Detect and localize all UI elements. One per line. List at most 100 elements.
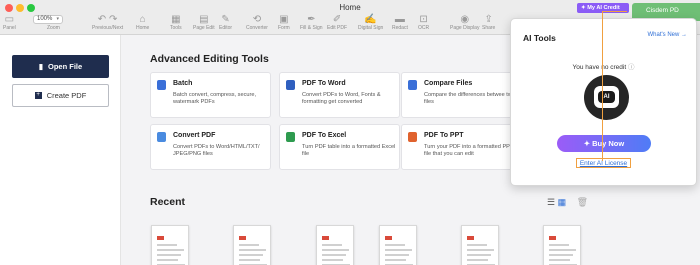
trash-icon[interactable]: 🗑	[577, 197, 588, 207]
toolbar-label: Editor	[219, 25, 233, 31]
card-description: Turn PDF table into a formatted Excel fi…	[302, 144, 396, 157]
card-description: Batch convert, compress, secure, waterma…	[173, 92, 257, 105]
thumb-line	[385, 259, 406, 261]
panel-icon: ▭	[4, 14, 15, 25]
thumb-header	[549, 236, 556, 240]
toolbar-page-edit-button[interactable]: ▤ Page Edit	[193, 14, 215, 34]
toolbar-label: Page Display	[450, 25, 480, 31]
excel-icon	[286, 132, 295, 142]
thumb-line	[322, 254, 346, 256]
recent-file-thumbnail[interactable]	[461, 225, 499, 265]
open-file-button[interactable]: ▮ Open File	[12, 55, 109, 78]
recent-file-thumbnail[interactable]	[316, 225, 354, 265]
recent-file-thumbnail[interactable]	[151, 225, 189, 265]
thumb-line	[322, 259, 343, 261]
app-window: Home 100% ▾ ▭ Panel Zoom ↶ ↷ Previous/Next ⌂ Ho…	[0, 0, 700, 265]
compare-icon	[408, 80, 417, 90]
card-description: Convert PDFs to Word/HTML/TXT/ JPEG/PNG …	[173, 144, 260, 157]
toolbar-share-button[interactable]: ⇪ Share	[482, 14, 495, 34]
list-view-icon[interactable]: ☰	[547, 197, 555, 207]
recent-file-thumbnail[interactable]	[379, 225, 417, 265]
thumb-line	[467, 244, 487, 246]
toolbar-page-display-button[interactable]: ◉ Page Display	[450, 14, 479, 34]
toolbar-zoom-button[interactable]: Zoom	[47, 14, 60, 34]
toolbar-home-button[interactable]: ⌂ Home	[136, 14, 149, 34]
fill-sign-icon: ✒	[307, 14, 316, 25]
thumb-header	[385, 236, 392, 240]
converter-icon: ⟲	[252, 14, 262, 25]
toolbar-label: Edit PDF	[327, 25, 348, 31]
toolbar-redact-button[interactable]: ▬ Redact	[392, 14, 408, 34]
toolbar-label: Redact	[392, 25, 408, 31]
ai-tools-title: AI Tools	[523, 33, 556, 43]
enter-ai-license-link[interactable]: Enter AI License	[576, 158, 631, 168]
toolbar-digital-sign-button[interactable]: ✍ Digital Sign	[358, 14, 383, 34]
toolbar-edit-pdf-button[interactable]: ✐ Edit PDF	[327, 14, 347, 34]
card-description: Compare the differences betwee two files	[424, 92, 516, 105]
buy-now-button[interactable]: ✦ Buy Now	[557, 135, 651, 152]
convert-icon	[157, 132, 166, 142]
buy-now-label: Buy Now	[592, 139, 625, 148]
toolbar-converter-button[interactable]: ⟲ Converter	[246, 14, 268, 34]
toolbar-ocr-button[interactable]: ⊡ OCR	[418, 14, 429, 34]
thumb-line	[239, 244, 259, 246]
tool-card-pdf-to-excel[interactable]: PDF To Excel Turn PDF table into a format…	[279, 124, 400, 170]
digital-sign-icon: ✍	[364, 14, 377, 25]
toolbar-label: Tools	[170, 25, 182, 31]
callout-line-top	[602, 11, 627, 12]
create-pdf-button[interactable]: + Create PDF	[12, 84, 109, 107]
toolbar-editor-button[interactable]: ✎ Editor	[219, 14, 232, 34]
toolbar-label: Panel	[3, 25, 16, 31]
toolbar-form-button[interactable]: ▣ Form	[278, 14, 290, 34]
thumb-line	[322, 249, 349, 251]
grid-view-icon[interactable]: ▦	[558, 197, 567, 207]
ai-avatar: AI	[584, 75, 629, 120]
toolbar-label: OCR	[418, 25, 430, 31]
toolbar-label: Digital Sign	[358, 25, 384, 31]
share-icon: ⇪	[484, 14, 493, 25]
whats-new-link[interactable]: What's New →	[648, 32, 688, 38]
toolbar-previous-next-button[interactable]: ↶ ↷ Previous/Next	[92, 14, 123, 34]
thumb-line	[157, 254, 181, 256]
home-icon: ⌂	[139, 14, 146, 25]
toolbar-label: Share	[482, 25, 496, 31]
sidebar: ▮ Open File + Create PDF	[0, 35, 121, 265]
word-icon	[286, 80, 295, 90]
tab-label: Cisdem PD	[646, 7, 679, 14]
ai-tools-panel: AI Tools What's New → You have no credit…	[510, 18, 697, 186]
toolbar-label: Converter	[246, 25, 268, 31]
recent-file-thumbnail[interactable]	[543, 225, 581, 265]
thumb-line	[239, 254, 263, 256]
tool-card-convert-pdf[interactable]: Convert PDF Convert PDFs to Word/HTML/TXT…	[150, 124, 271, 170]
thumb-header	[239, 236, 246, 240]
view-toggle: ☰ ▦ 🗑	[547, 197, 588, 208]
tool-card-compare-files[interactable]: Compare Files Compare the differences bet…	[401, 72, 522, 118]
ppt-icon	[408, 132, 417, 142]
card-title: Batch	[173, 80, 193, 87]
page-display-icon: ◉	[460, 14, 470, 25]
editor-icon: ✎	[221, 14, 230, 25]
card-title: Convert PDF	[173, 132, 216, 139]
advanced-tools-heading: Advanced Editing Tools	[150, 53, 269, 65]
edit-pdf-icon: ✐	[332, 14, 342, 25]
file-icon: ▮	[38, 62, 43, 71]
info-icon[interactable]: ⓘ	[628, 64, 635, 71]
thumb-line	[549, 254, 573, 256]
toolbar-label: Previous/Next	[92, 25, 124, 31]
tool-card-batch[interactable]: Batch Batch convert, compress, secure, wa…	[150, 72, 271, 118]
thumb-line	[467, 249, 494, 251]
tool-card-pdf-to-word[interactable]: PDF To Word Convert PDFs to Word, Fonts &…	[279, 72, 400, 118]
toolbar-fill-sign-button[interactable]: ✒ Fill & Sign	[300, 14, 323, 34]
tools-icon: ▦	[171, 14, 181, 25]
plus-icon: +	[34, 92, 42, 99]
callout-line	[602, 11, 603, 161]
form-icon: ▣	[279, 14, 289, 25]
open-file-label: Open File	[47, 62, 83, 71]
tool-card-pdf-to-ppt[interactable]: PDF To PPT Turn your PDF into a formatted…	[401, 124, 522, 170]
toolbar-panel-button[interactable]: ▭ Panel	[3, 14, 16, 34]
thumb-line	[549, 244, 569, 246]
recent-file-thumbnail[interactable]	[233, 225, 271, 265]
create-pdf-label: Create PDF	[46, 91, 87, 100]
toolbar-tools-button[interactable]: ▦ Tools	[170, 14, 182, 34]
arrow-icon: ↶ ↷	[97, 14, 118, 25]
